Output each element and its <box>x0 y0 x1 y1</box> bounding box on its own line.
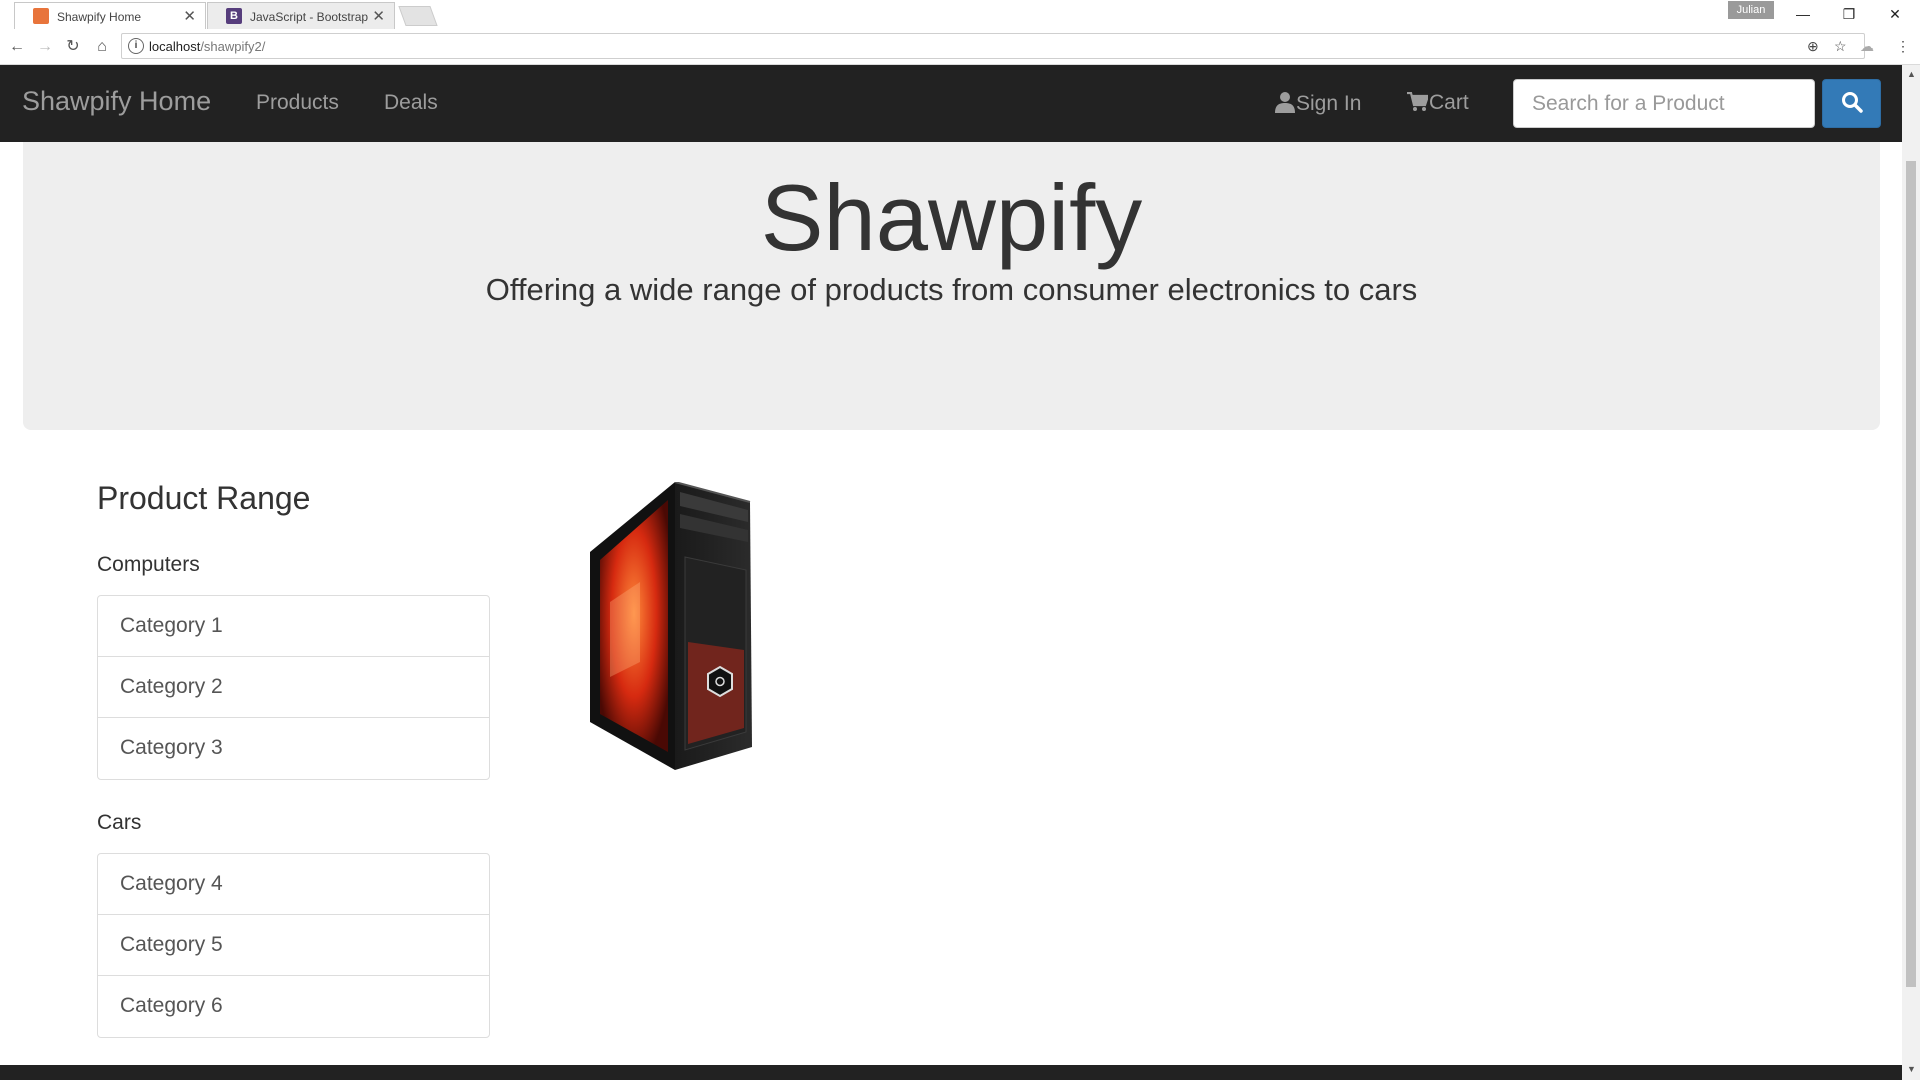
computers-list: Category 1 Category 2 Category 3 <box>97 595 490 780</box>
forward-icon[interactable]: → <box>34 36 56 58</box>
jumbotron: Shawpify Offering a wide range of produc… <box>23 142 1880 430</box>
back-icon[interactable]: ← <box>6 36 28 58</box>
list-item-category-1[interactable]: Category 1 <box>98 596 489 657</box>
scroll-down-icon[interactable]: ▼ <box>1907 1064 1916 1074</box>
browser-tab-bootstrap[interactable]: B JavaScript - Bootstrap ✕ <box>207 2 395 29</box>
shawpify-favicon-icon <box>33 8 49 24</box>
pc-tower-image <box>590 482 752 770</box>
profile-badge[interactable]: Julian <box>1728 1 1774 19</box>
browser-tab-shawpify[interactable]: Shawpify Home ✕ <box>14 2 206 29</box>
page-viewport: Shawpify Home Products Deals Sign In Car… <box>0 65 1902 1080</box>
nav-deals[interactable]: Deals <box>384 91 438 115</box>
list-item-category-3[interactable]: Category 3 <box>98 718 489 779</box>
site-navbar: Shawpify Home Products Deals Sign In Car… <box>0 65 1902 142</box>
nav-products[interactable]: Products <box>256 91 339 115</box>
search-button[interactable] <box>1822 79 1881 128</box>
cart-label: Cart <box>1429 91 1469 114</box>
footer-bar <box>0 1065 1902 1080</box>
menu-kebab-icon[interactable]: ⋮ <box>1896 38 1910 55</box>
scroll-up-icon[interactable]: ▲ <box>1907 69 1916 79</box>
jumbotron-title: Shawpify <box>760 165 1143 270</box>
browser-tabstrip: Shawpify Home ✕ B JavaScript - Bootstrap… <box>0 0 1920 29</box>
info-icon[interactable]: i <box>128 38 144 54</box>
extension-icon[interactable]: ☁ <box>1860 38 1874 55</box>
reload-icon[interactable]: ↻ <box>62 36 84 58</box>
nav-cart[interactable]: Cart <box>1407 91 1469 115</box>
bookmark-star-icon[interactable]: ☆ <box>1834 38 1847 55</box>
tab-title: JavaScript - Bootstrap <box>250 10 369 24</box>
minimize-icon[interactable]: — <box>1780 0 1826 28</box>
browser-toolbar: ← → ↻ ⌂ i localhost/shawpify2/ ⊕ ☆ ☁ ⋮ <box>0 29 1920 65</box>
close-tab-icon[interactable]: ✕ <box>183 7 196 25</box>
address-bar[interactable]: i localhost/shawpify2/ ⊕ ☆ <box>121 33 1865 59</box>
list-item-category-6[interactable]: Category 6 <box>98 976 489 1037</box>
restore-icon[interactable]: ❐ <box>1826 0 1872 28</box>
jumbotron-subtitle: Offering a wide range of products from c… <box>485 272 1418 307</box>
list-item-category-5[interactable]: Category 5 <box>98 915 489 976</box>
product-range-title: Product Range <box>97 480 311 516</box>
page-scrollbar[interactable]: ▲ ▼ <box>1902 65 1920 1080</box>
close-window-icon[interactable]: ✕ <box>1872 0 1918 28</box>
cart-icon <box>1407 92 1428 111</box>
nav-sign-in[interactable]: Sign In <box>1275 91 1361 116</box>
group-label-cars: Cars <box>97 811 142 834</box>
search-icon <box>1841 92 1863 113</box>
search-input[interactable] <box>1513 79 1815 128</box>
url-text: localhost/shawpify2/ <box>149 39 266 54</box>
group-label-computers: Computers <box>97 553 200 576</box>
list-item-category-4[interactable]: Category 4 <box>98 854 489 915</box>
close-tab-icon[interactable]: ✕ <box>372 7 385 25</box>
list-item-category-2[interactable]: Category 2 <box>98 657 489 718</box>
zoom-icon[interactable]: ⊕ <box>1807 38 1819 55</box>
tab-title: Shawpify Home <box>57 10 142 24</box>
home-icon[interactable]: ⌂ <box>91 36 113 58</box>
brand-link[interactable]: Shawpify Home <box>22 86 211 117</box>
cars-list: Category 4 Category 5 Category 6 <box>97 853 490 1038</box>
user-icon <box>1275 92 1295 113</box>
scrollbar-thumb[interactable] <box>1906 161 1916 987</box>
bootstrap-favicon-icon: B <box>226 8 242 24</box>
sign-in-label: Sign In <box>1296 92 1362 115</box>
new-tab-button[interactable] <box>398 6 438 26</box>
